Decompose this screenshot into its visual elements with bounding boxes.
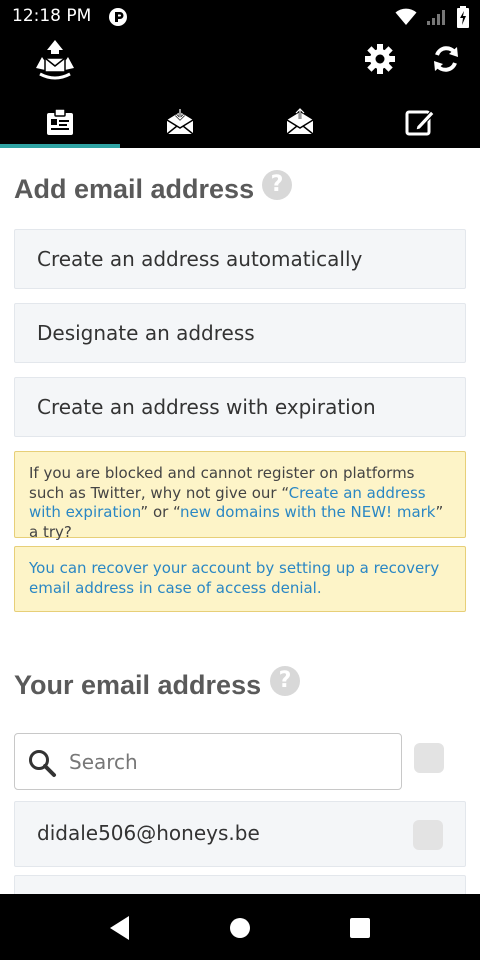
app-bar [0,32,480,148]
outbox-upload-icon [286,108,314,135]
refresh-button[interactable] [429,42,463,76]
designate-address-button[interactable]: Designate an address [14,303,466,363]
refresh-icon [434,46,458,72]
your-email-title: Your email address [14,670,262,700]
tab-outbox[interactable] [240,96,360,148]
address-row-partial[interactable] [14,875,466,894]
blocked-notice: If you are blocked and cannot register o… [14,451,466,541]
status-icons [395,6,470,28]
clipboard-icon [47,108,73,135]
add-help-icon[interactable]: ? [262,170,292,200]
search-field[interactable] [14,733,402,790]
inbox-download-icon [166,109,194,135]
system-nav-bar [0,894,480,960]
tab-bar [0,96,480,148]
address-text: didale506@honeys.be [37,821,260,845]
battery-icon [457,6,469,28]
app-notification-icon [109,8,127,26]
recovery-notice: You can recover your account by setting … [14,546,466,612]
home-circle-icon [230,918,250,938]
create-expiration-button[interactable]: Create an address with expiration [14,377,466,437]
add-email-title: Add email address [14,174,255,204]
wifi-icon [395,8,417,25]
status-time: 12:18 PM [12,6,92,26]
search-icon [29,750,56,777]
address-row[interactable]: didale506@honeys.be [14,801,466,867]
compose-icon [405,110,435,136]
recents-square-icon [350,918,370,938]
home-button[interactable] [226,914,254,942]
select-all-checkbox[interactable] [414,743,444,773]
tab-address-list[interactable] [0,96,120,148]
tab-inbox[interactable] [120,96,240,148]
back-button[interactable] [106,914,134,942]
your-help-icon[interactable]: ? [270,666,300,696]
gear-icon [365,44,395,74]
notice-text-middle: ” or “ [140,503,181,521]
new-domains-link[interactable]: new domains with the NEW! mark [180,503,435,521]
address-checkbox[interactable] [413,820,443,850]
search-input[interactable] [69,748,389,776]
signal-icon [426,10,445,25]
back-triangle-icon [110,916,129,940]
recycle-mail-logo-icon [36,40,74,80]
status-bar: 12:18 PM [0,0,480,32]
tab-compose[interactable] [360,96,480,148]
recovery-link[interactable]: You can recover your account by setting … [29,559,439,597]
settings-button[interactable] [363,42,397,76]
create-auto-button[interactable]: Create an address automatically [14,229,466,289]
main-content: Add email address ? Create an address au… [0,148,480,894]
recents-button[interactable] [346,914,374,942]
